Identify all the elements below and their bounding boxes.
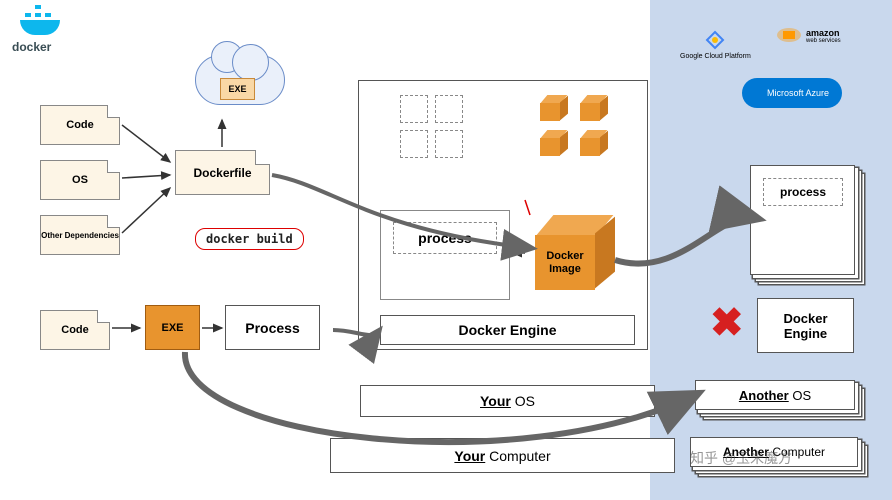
os-file: OS xyxy=(40,160,120,200)
your-computer-text: Your Computer xyxy=(454,448,550,464)
local-code-file: Code xyxy=(40,310,110,350)
cloud-exe-label: EXE xyxy=(228,84,246,94)
remote-engine-box: Docker Engine xyxy=(757,298,854,353)
local-process-box: Process xyxy=(225,305,320,350)
dockerfile-box: Dockerfile xyxy=(175,150,270,195)
local-code-label: Code xyxy=(61,324,89,336)
docker-build-label: docker build xyxy=(195,228,304,250)
aws-label-2: web services xyxy=(806,37,841,45)
remote-process-label: process xyxy=(780,185,826,199)
gcp-label: Google Cloud Platform xyxy=(680,53,751,60)
aws-logo: amazonweb services xyxy=(775,25,841,49)
local-exe-label: EXE xyxy=(161,322,183,334)
container-process-label: process xyxy=(418,230,472,246)
cloud-exe-box: EXE xyxy=(220,78,255,100)
os-file-label: OS xyxy=(72,174,88,186)
azure-label: Microsoft Azure xyxy=(767,88,829,98)
deps-file: Other Dependencies xyxy=(40,215,120,255)
docker-image-label: Docker Image xyxy=(546,250,583,276)
placeholder-3 xyxy=(400,130,428,158)
failure-x-icon: ✖ xyxy=(710,300,744,346)
local-exe-box: EXE xyxy=(145,305,200,350)
watermark: 知乎 @玉米魔方 xyxy=(690,448,792,468)
azure-logo: Microsoft Azure xyxy=(742,78,842,108)
dockerfile-label: Dockerfile xyxy=(193,166,251,180)
remote-process-box: process xyxy=(763,178,843,206)
docker-engine-label: Docker Engine xyxy=(458,322,556,338)
image-cube-1 xyxy=(540,95,568,123)
your-os-bar: Your OS xyxy=(360,385,655,417)
placeholder-1 xyxy=(400,95,428,123)
image-cube-2 xyxy=(580,95,608,123)
image-cube-3 xyxy=(540,130,568,158)
deps-file-label: Other Dependencies xyxy=(41,231,119,240)
docker-engine-box: Docker Engine xyxy=(380,315,635,345)
container-process-inner: process xyxy=(393,222,497,254)
code-file: Code xyxy=(40,105,120,145)
another-os-text: Another OS xyxy=(739,388,811,403)
your-os-text: Your OS xyxy=(480,393,535,409)
remote-engine-label: Docker Engine xyxy=(783,311,827,341)
another-os-bar: Another OS xyxy=(695,380,855,410)
placeholder-2 xyxy=(435,95,463,123)
code-file-label: Code xyxy=(66,119,94,131)
gcp-logo: Google Cloud Platform xyxy=(680,30,751,60)
docker-logo-text: docker xyxy=(12,40,92,54)
image-cube-4 xyxy=(580,130,608,158)
docker-build-text: docker build xyxy=(206,232,293,246)
docker-image-cube: Docker Image xyxy=(535,215,615,295)
local-process-label: Process xyxy=(245,320,299,336)
placeholder-4 xyxy=(435,130,463,158)
docker-logo: docker xyxy=(12,8,92,54)
your-computer-bar: Your Computer xyxy=(330,438,675,473)
aws-label-1: amazon xyxy=(806,29,841,37)
